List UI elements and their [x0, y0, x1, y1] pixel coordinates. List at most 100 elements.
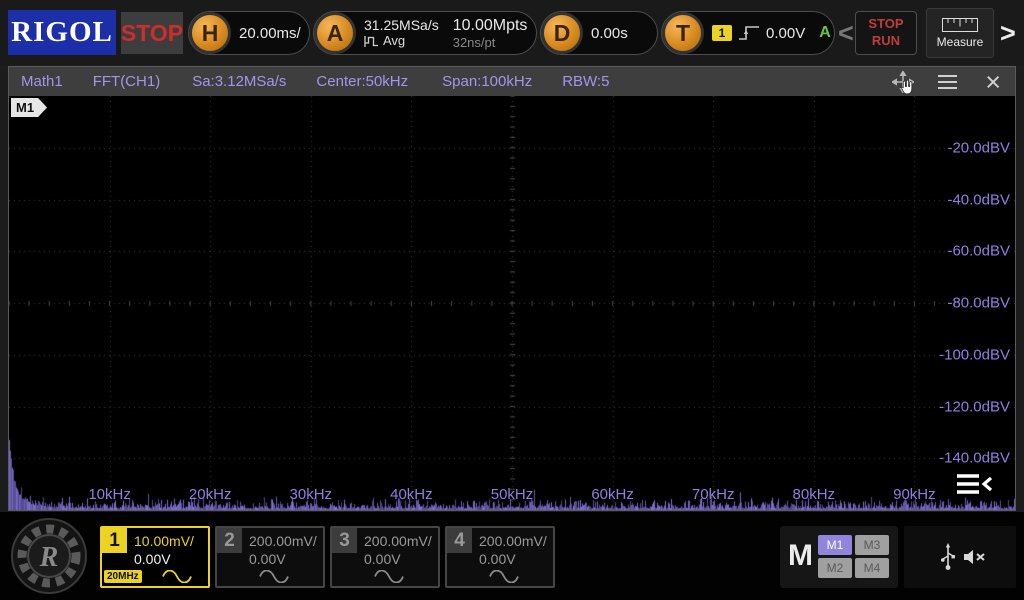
- y-axis-label: -100.0dBV: [939, 346, 1010, 364]
- channel-2-offset: 0.00V: [249, 551, 286, 567]
- toolbar-scroll-right-icon[interactable]: >: [1000, 18, 1016, 48]
- y-axis-label: -140.0dBV: [939, 449, 1010, 467]
- channel-1-scale: 10.00mV/: [134, 533, 194, 549]
- channel-4-offset: 0.00V: [479, 551, 516, 567]
- trigger-level-value: 0.00V: [766, 24, 806, 42]
- window-menu-icon[interactable]: [938, 74, 958, 89]
- math-button-m4[interactable]: M4: [855, 558, 889, 578]
- channel-1-bandwidth-badge: 20MHz: [104, 570, 142, 583]
- ruler-icon: [942, 17, 978, 32]
- channel-3-offset: 0.00V: [364, 551, 401, 567]
- toolbar-scroll-left-icon[interactable]: <: [838, 18, 854, 48]
- sine-wave-icon: [374, 570, 404, 583]
- math-panel: M M1 M3 M2 M4: [780, 526, 898, 588]
- fft-span-label[interactable]: Span:100kHz: [442, 73, 532, 90]
- fft-window-title[interactable]: Math1: [21, 73, 63, 90]
- memory-depth-value: 10.00Mpts: [452, 16, 528, 34]
- oscilloscope-screen: RIGOL STOP H 20.00ms/ A 31.25MSa/s Avg 1…: [0, 0, 1024, 600]
- delay-letter: D: [553, 19, 571, 46]
- fft-spectrum-canvas[interactable]: [9, 96, 1015, 510]
- x-axis-label: 50kHz: [490, 486, 534, 503]
- channel-1-number: 1: [102, 528, 127, 553]
- horizontal-letter: H: [201, 19, 219, 46]
- rigol-logo: RIGOL: [8, 10, 116, 55]
- trigger-sweep-mode: A: [819, 24, 831, 41]
- y-axis-label: -120.0dBV: [939, 398, 1010, 415]
- horizontal-icon: H: [189, 12, 231, 54]
- fft-graph-area[interactable]: M1 -20.0dBV -40.0dBV -60.0dBV -80.0dBV -100.…: [9, 96, 1015, 510]
- stop-run-line2: RUN: [871, 33, 901, 48]
- acquire-icon: A: [314, 12, 356, 54]
- acquire-mode-label: Avg: [383, 32, 406, 48]
- acquire-mode: Avg: [364, 32, 439, 49]
- y-axis-label: -80.0dBV: [947, 294, 1010, 312]
- bottom-channel-bar: R 1 10.00mV/ 0.00V 20MHz 2 200.00mV/ 0.0…: [0, 512, 1024, 600]
- trigger-settings-button[interactable]: T 1 0.00V A: [661, 11, 835, 55]
- delay-icon: D: [541, 12, 583, 54]
- fft-window-header[interactable]: Math1 FFT(CH1) Sa:3.12MSa/s Center:50kHz…: [9, 67, 1015, 96]
- fft-sample-rate-label[interactable]: Sa:3.12MSa/s: [192, 73, 286, 90]
- sine-wave-icon: [259, 570, 289, 583]
- y-axis-label: -20.0dBV: [947, 139, 1010, 157]
- io-status-panel: [904, 526, 1016, 588]
- sample-rate-value: 31.25MSa/s: [364, 17, 439, 34]
- acquisition-state-indicator[interactable]: STOP: [121, 12, 183, 54]
- trigger-letter: T: [675, 19, 691, 46]
- fft-window-controls: ×: [891, 68, 1015, 95]
- channel-4-number: 4: [447, 528, 472, 553]
- trigger-slope-icon: [739, 26, 759, 40]
- x-axis-label: 80kHz: [792, 486, 836, 503]
- channel-1-button[interactable]: 1 10.00mV/ 0.00V 20MHz: [100, 526, 210, 588]
- y-axis-label: -60.0dBV: [947, 242, 1010, 260]
- speaker-mute-icon[interactable]: [962, 547, 988, 567]
- math-button-m3[interactable]: M3: [855, 535, 889, 555]
- fft-operation-label[interactable]: FFT(CH1): [93, 73, 161, 90]
- measure-button[interactable]: Measure: [926, 8, 994, 58]
- fft-center-label[interactable]: Center:50kHz: [316, 73, 408, 90]
- channel-4-button[interactable]: 4 200.00mV/ 0.00V: [445, 526, 555, 588]
- x-axis-label: 40kHz: [390, 486, 433, 503]
- trigger-source-badge: 1: [712, 25, 732, 41]
- window-close-icon[interactable]: ×: [985, 68, 1001, 95]
- fft-rbw-label[interactable]: RBW:5: [562, 73, 609, 90]
- x-axis-label: 20kHz: [188, 486, 232, 503]
- y-axis-label: -40.0dBV: [947, 191, 1010, 208]
- acquisition-settings-button[interactable]: A 31.25MSa/s Avg 10.00Mpts 32ns/pt: [313, 11, 537, 55]
- channel-3-button[interactable]: 3 200.00mV/ 0.00V: [330, 526, 440, 588]
- x-axis-label: 60kHz: [591, 486, 634, 503]
- math-buttons-group: M1 M3 M2 M4: [818, 535, 892, 578]
- channel-3-number: 3: [332, 528, 357, 553]
- math-panel-label: M: [788, 539, 813, 572]
- usb-icon: [941, 543, 955, 570]
- acquisition-state-text: STOP: [120, 19, 184, 46]
- rigol-gear-logo-button[interactable]: R: [10, 517, 88, 595]
- math-button-m2[interactable]: M2: [818, 558, 852, 578]
- sine-wave-icon: [489, 570, 519, 583]
- x-axis-label: 30kHz: [289, 486, 333, 503]
- x-axis-label: 10kHz: [88, 486, 131, 503]
- fft-window: Math1 FFT(CH1) Sa:3.12MSa/s Center:50kHz…: [8, 66, 1016, 511]
- channel-3-scale: 200.00mV/: [364, 533, 432, 549]
- mouse-cursor-hand-icon: [901, 79, 913, 94]
- math-button-m1[interactable]: M1: [818, 535, 852, 555]
- channel-2-scale: 200.00mV/: [249, 533, 317, 549]
- sample-interval-value: 32ns/pt: [452, 34, 496, 50]
- window-move-icon[interactable]: [891, 69, 916, 94]
- acquire-left-column: 31.25MSa/s Avg: [364, 17, 439, 48]
- acquire-letter: A: [326, 19, 344, 46]
- trigger-icon: T: [662, 12, 704, 54]
- stop-run-line1: STOP: [868, 16, 904, 32]
- x-axis-label: 70kHz: [691, 486, 735, 503]
- avg-waveform-icon: [364, 35, 378, 47]
- horizontal-settings-button[interactable]: H 20.00ms/: [188, 11, 310, 55]
- delay-settings-button[interactable]: D 0.00s: [540, 11, 658, 55]
- acquire-right-column: 10.00Mpts 32ns/pt: [453, 16, 528, 51]
- svg-text:R: R: [39, 542, 59, 573]
- delay-value: 0.00s: [591, 24, 628, 42]
- x-axis-label: 90kHz: [893, 486, 936, 503]
- graph-collapsed-menu-icon[interactable]: [957, 472, 993, 496]
- stop-run-button[interactable]: STOP RUN: [855, 11, 917, 55]
- channel-2-button[interactable]: 2 200.00mV/ 0.00V: [215, 526, 325, 588]
- timebase-value: 20.00ms/: [239, 24, 301, 42]
- channel-4-scale: 200.00mV/: [479, 533, 547, 549]
